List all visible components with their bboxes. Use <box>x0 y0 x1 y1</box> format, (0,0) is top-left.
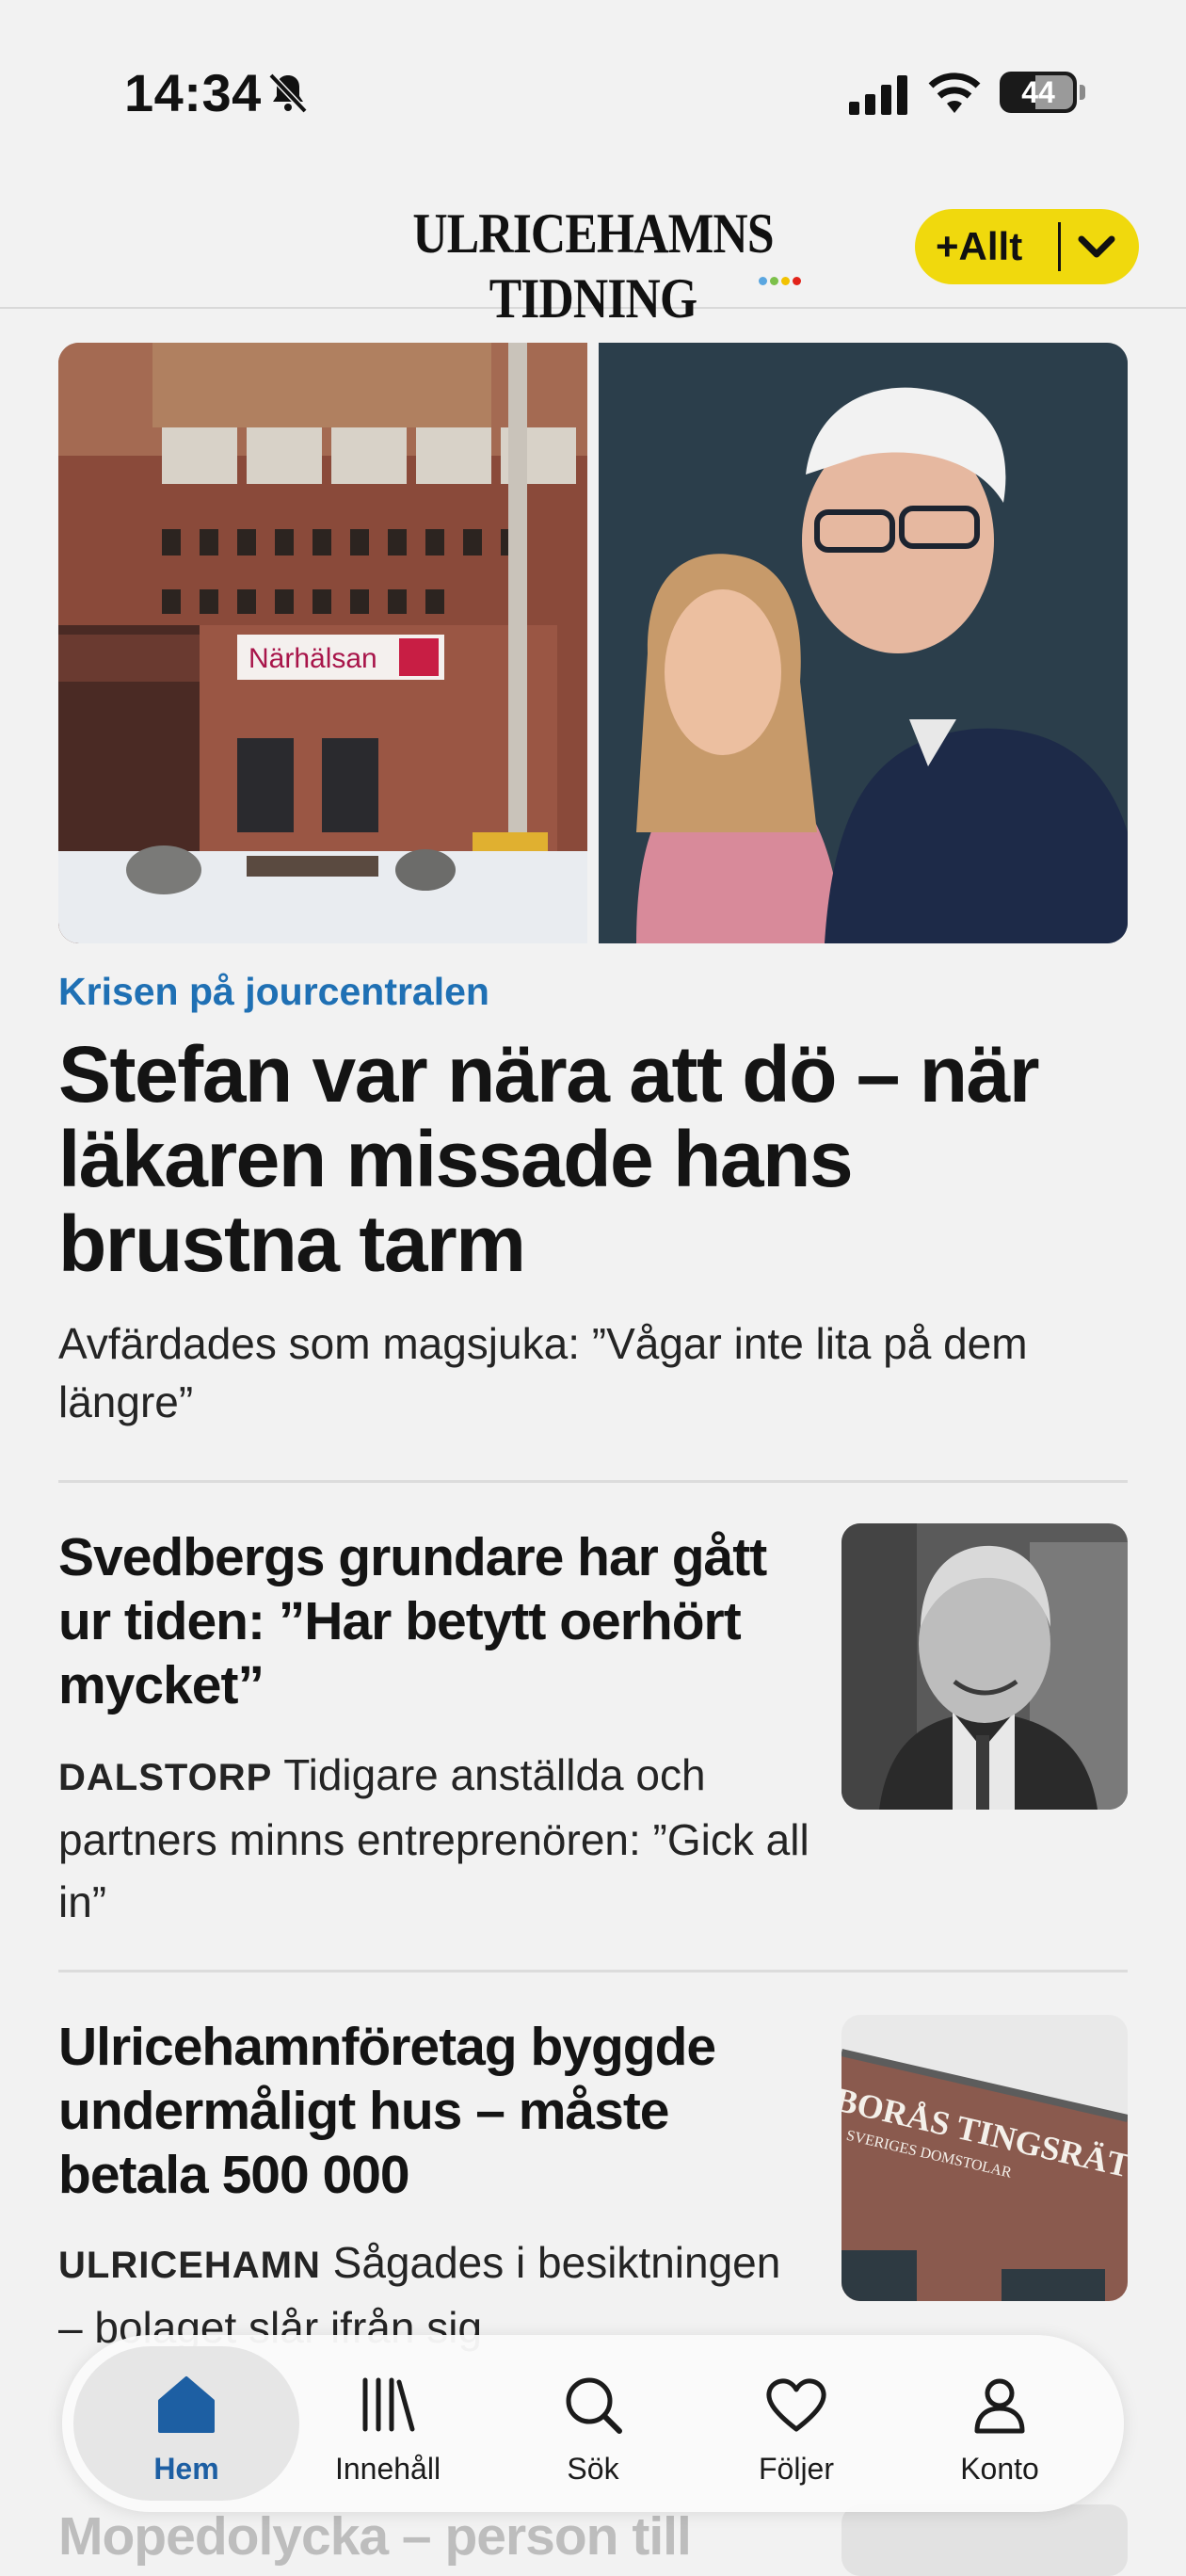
battery-level: 44 <box>1021 75 1055 109</box>
app-header: ULRICEHAMNS TIDNING +Allt <box>0 188 1186 330</box>
wifi-icon <box>928 72 981 113</box>
tab-foljer[interactable]: Följer <box>693 2335 900 2512</box>
tab-hem[interactable]: Hem <box>83 2335 290 2512</box>
status-bar: 14:34 44 <box>0 0 1186 188</box>
tab-konto[interactable]: Konto <box>896 2335 1103 2512</box>
plus-all-button[interactable]: +Allt <box>915 209 1139 284</box>
plus-all-label: +Allt <box>936 224 1023 268</box>
lead-article-image[interactable]: Närhälsan <box>58 343 1128 943</box>
logo-dots <box>759 273 815 285</box>
status-time: 14:34 <box>124 63 262 122</box>
courthouse-photo: BORÅS TINGSRÄTT SVERIGES DOMSTOLAR <box>841 2015 1128 2301</box>
people-photo <box>599 343 1128 943</box>
heart-icon <box>766 2378 826 2432</box>
portrait-photo <box>841 1523 1128 1810</box>
tab-label: Innehåll <box>334 2452 441 2486</box>
article-headline[interactable]: Mopedolycka – person till <box>58 2504 811 2568</box>
article-headline[interactable]: Svedbergs grundare har gått ur tiden: ”H… <box>58 1525 811 1717</box>
battery-indicator: 44 <box>1000 72 1077 113</box>
bottom-tab-bar: Hem Innehåll Sök Följer Konto <box>62 2335 1124 2512</box>
lead-subtitle[interactable]: Avfärdades som magsjuka: ”Vågar inte lit… <box>58 1314 1141 1431</box>
article-thumbnail[interactable] <box>841 1523 1128 1810</box>
library-icon <box>362 2377 415 2432</box>
brand-logo[interactable]: ULRICEHAMNS TIDNING <box>375 201 811 331</box>
tab-label: Hem <box>153 2452 219 2486</box>
article-place: DALSTORP <box>58 1757 273 1798</box>
home-icon <box>158 2376 215 2433</box>
lead-kicker[interactable]: Krisen på jourcentralen <box>58 970 489 1014</box>
account-icon <box>974 2378 1025 2434</box>
divider <box>58 1970 1128 1972</box>
search-icon <box>566 2377 622 2434</box>
tab-label: Sök <box>567 2452 619 2486</box>
tab-innehall[interactable]: Innehåll <box>284 2335 491 2512</box>
article-teaser[interactable]: DALSTORP Tidigare anställda och partners… <box>58 1744 811 1933</box>
article-place: ULRICEHAMN <box>58 2245 321 2286</box>
tab-label: Konto <box>960 2452 1039 2486</box>
bell-muted-icon <box>268 72 308 114</box>
article-headline[interactable]: Ulricehamnföretag byggde undermåligt hus… <box>58 2015 811 2207</box>
article-thumbnail[interactable]: BORÅS TINGSRÄTT SVERIGES DOMSTOLAR <box>841 2015 1128 2301</box>
divider <box>58 1480 1128 1483</box>
svg-text:Närhälsan: Närhälsan <box>248 643 377 674</box>
tab-sok[interactable]: Sök <box>489 2335 697 2512</box>
building-photo: Närhälsan <box>58 343 587 943</box>
tab-label: Följer <box>758 2452 834 2486</box>
lead-headline[interactable]: Stefan var nära att dö – när läkaren mis… <box>58 1032 1141 1286</box>
signal-icon <box>849 75 907 115</box>
article-thumbnail[interactable] <box>841 2504 1128 2576</box>
chevron-down-icon[interactable] <box>1075 230 1118 264</box>
